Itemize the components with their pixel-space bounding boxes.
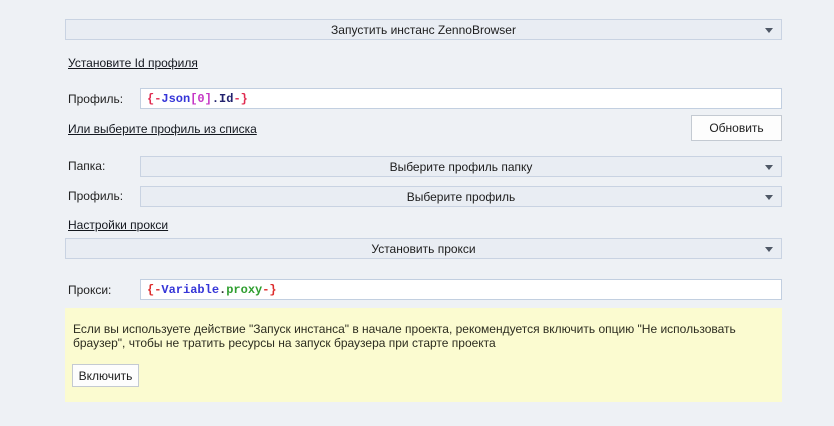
chevron-down-icon [765, 246, 773, 252]
folder-label: Папка: [68, 159, 106, 173]
info-note: Если вы используете действие "Запуск инс… [65, 308, 782, 402]
proxy-label: Прокси: [68, 283, 112, 297]
proxy-mode-combobox-value: Установить прокси [371, 241, 476, 256]
info-note-text: Если вы используете действие "Запуск инс… [73, 322, 736, 350]
chevron-down-icon [765, 194, 773, 200]
profile-select-label: Профиль: [68, 189, 124, 203]
set-profile-id-link[interactable]: Установите Id профиля [68, 56, 198, 70]
profile-id-label: Профиль: [68, 92, 124, 106]
profile-combobox[interactable]: Выберите профиль [140, 186, 782, 207]
action-combobox[interactable]: Запустить инстанс ZennoBrowser [65, 19, 782, 40]
profile-id-input[interactable]: {- Json [0] .Id -} [140, 88, 782, 109]
refresh-button[interactable]: Обновить [691, 115, 782, 141]
proxy-input[interactable]: {- Variable. proxy -} [140, 279, 782, 300]
refresh-button-label: Обновить [709, 121, 764, 135]
enable-button-label: Включить [78, 368, 133, 383]
choose-profile-from-list-link[interactable]: Или выберите профиль из списка [68, 122, 257, 136]
profile-combobox-value: Выберите профиль [406, 189, 516, 204]
enable-button[interactable]: Включить [72, 364, 139, 387]
folder-combobox-value: Выберите профиль папку [389, 159, 533, 174]
action-settings-panel: Запустить инстанс ZennoBrowser Установит… [0, 0, 834, 426]
chevron-down-icon [765, 164, 773, 170]
folder-combobox[interactable]: Выберите профиль папку [140, 156, 782, 177]
proxy-settings-link[interactable]: Настройки прокси [68, 218, 168, 232]
proxy-mode-combobox[interactable]: Установить прокси [65, 238, 782, 259]
chevron-down-icon [765, 27, 773, 33]
action-combobox-value: Запустить инстанс ZennoBrowser [331, 22, 516, 37]
